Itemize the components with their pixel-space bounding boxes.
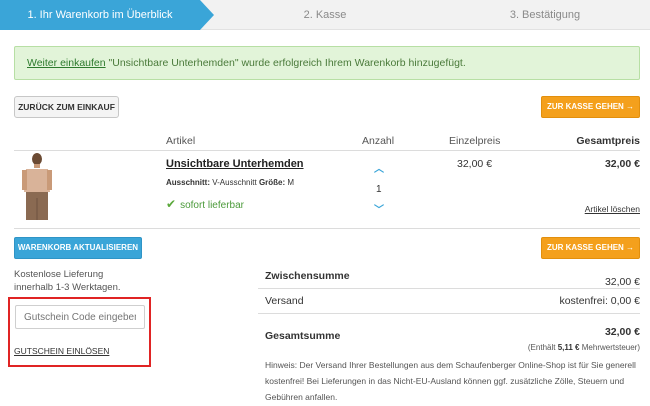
checkout-button-bottom[interactable]: ZUR KASSE GEHEN → (541, 237, 640, 259)
shipping-value: kostenfrei: 0,00 € (559, 295, 640, 307)
vat-prefix: (Enthält (527, 343, 556, 352)
shipping-label: Versand (265, 295, 304, 307)
product-options: Ausschnitt: V-Ausschnitt Größe: M (166, 178, 294, 187)
line-total-price: 32,00 € (604, 158, 640, 170)
subtotal-label: Zwischensumme (265, 270, 350, 282)
product-name-link[interactable]: Unsichtbare Unterhemden (166, 158, 304, 170)
step-checkout: 2. Kasse (303, 9, 347, 21)
size-label: Größe: (258, 178, 286, 187)
cut-value: V-Ausschnitt (212, 178, 257, 187)
shipping-note-line2: innerhalb 1-3 Werktagen. (14, 282, 121, 293)
quantity-increase-icon[interactable]: ︿ (374, 160, 384, 175)
summary-divider-2 (258, 313, 640, 314)
checkmark-icon: ✔ (166, 197, 177, 211)
checkout-button-top[interactable]: ZUR KASSE GEHEN → (541, 96, 640, 118)
availability-status: ✔ sofort lieferbar (166, 197, 244, 211)
row-divider (14, 228, 640, 229)
shipping-hint: Hinweis: Der Versand Ihrer Bestellungen … (265, 360, 636, 402)
alert-message: "Unsichtbare Unterhemden" wurde erfolgre… (105, 57, 466, 69)
shipping-note-line1: Kostenlose Lieferung (14, 269, 104, 280)
step-confirmation: 3. Bestätigung (509, 9, 581, 21)
success-alert: Weiter einkaufen "Unsichtbare Unterhemde… (14, 46, 640, 80)
total-label: Gesamtsumme (265, 330, 341, 342)
column-header-quantity: Anzahl (362, 135, 395, 147)
vat-suffix: Mehrwertsteuer) (581, 343, 640, 352)
quantity-decrease-icon[interactable]: ﹀ (374, 201, 384, 216)
subtotal-value: 32,00 € (604, 276, 640, 288)
availability-text: sofort lieferbar (180, 200, 244, 211)
summary-divider-1 (258, 288, 640, 289)
vat-note: (Enthält 5,11 € Mehrwertsteuer) (528, 343, 640, 352)
shipping-note: Kostenlose Lieferung innerhalb 1-3 Werkt… (14, 268, 121, 294)
column-header-article: Artikel (166, 135, 196, 147)
total-value: 32,00 € (604, 326, 640, 338)
unit-price: 32,00 € (457, 158, 493, 170)
cut-label: Ausschnitt: (166, 178, 210, 187)
vat-amount: 5,11 € (557, 343, 580, 352)
delete-item-link[interactable]: Artikel löschen (585, 204, 640, 214)
continue-shopping-link[interactable]: Weiter einkaufen (27, 57, 106, 69)
column-header-total-price: Gesamtpreis (576, 135, 640, 147)
table-divider (14, 150, 640, 151)
step-cart: 1. Ihr Warenkorb im Überblick (0, 0, 214, 30)
product-image[interactable] (18, 152, 56, 222)
checkout-progress: 1. Ihr Warenkorb im Überblick 2. Kasse 3… (0, 0, 650, 30)
column-header-unit-price: Einzelpreis (449, 135, 501, 147)
voucher-code-input[interactable] (15, 305, 145, 329)
redeem-voucher-link[interactable]: GUTSCHEIN EINLÖSEN (14, 346, 109, 356)
size-value: M (287, 178, 295, 187)
quantity-value[interactable]: 1 (376, 184, 382, 195)
back-to-shop-button[interactable]: ZURÜCK ZUM EINKAUF (14, 96, 119, 118)
update-cart-button[interactable]: WARENKORB AKTUALISIEREN (14, 237, 142, 259)
